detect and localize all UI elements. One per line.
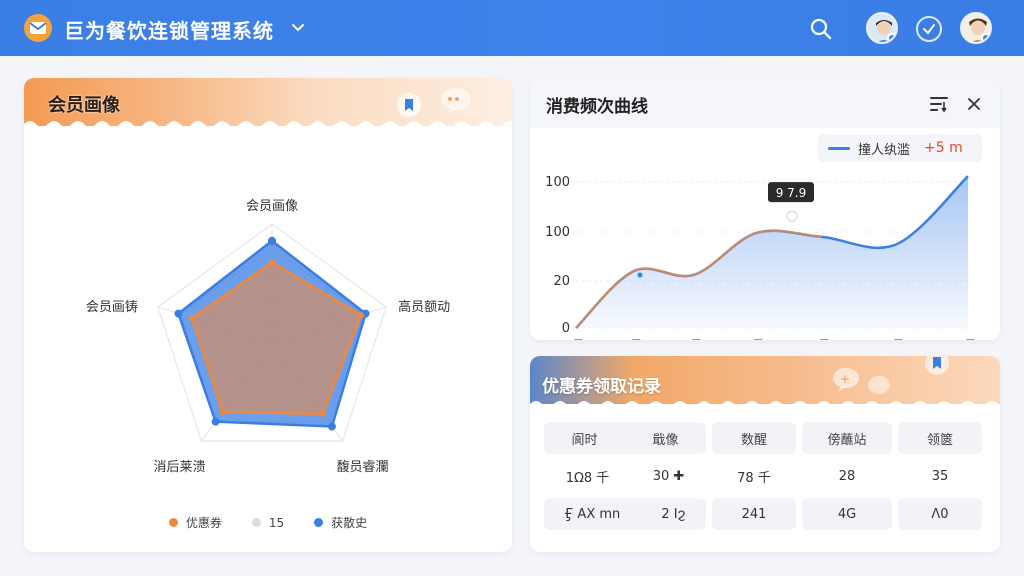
- consumption-frequency-card: 消费频次曲线 0 20 100 100 9 7.9 1月 2月 3月 4月 5月 7月 8月 撞人纨滥…: [530, 78, 1000, 340]
- radar-data-point[interactable]: [358, 312, 365, 319]
- radar-data-point[interactable]: [268, 236, 276, 245]
- table-cell: 2 Iϩ: [661, 506, 686, 522]
- table-cell: 35: [931, 468, 949, 484]
- legend-delta: +5 m: [924, 140, 963, 156]
- x-tick-label: 2月: [621, 339, 642, 340]
- table-cell: Ӻ AX mn: [564, 506, 621, 522]
- data-point-marker[interactable]: [637, 272, 643, 278]
- chevron-down-icon[interactable]: [290, 20, 306, 36]
- table-cell: 30 ✚: [652, 468, 685, 484]
- radar-axis-label: 高员额动: [398, 299, 450, 315]
- chat-bubble-icon: [441, 88, 471, 115]
- legend-label: 获散史: [331, 516, 368, 530]
- radar-data-point[interactable]: [174, 309, 183, 318]
- y-tick-label: 100: [545, 175, 570, 190]
- radar-axis-label: 馥员睿瀾: [337, 460, 389, 475]
- svg-text:+: +: [840, 372, 850, 386]
- online-status-dot: [887, 33, 896, 42]
- legend-label: 撞人纨滥: [858, 142, 911, 158]
- x-tick-label: 3月: [681, 339, 702, 340]
- tooltip-anchor-point[interactable]: [786, 210, 798, 222]
- radar-axis-label: 会员画像: [246, 199, 298, 214]
- app-title[interactable]: 巨为餐饮连锁管理系统: [64, 15, 274, 44]
- legend-item[interactable]: 获散史: [314, 514, 367, 531]
- filter-icon: [930, 97, 948, 113]
- bookmark-icon[interactable]: [924, 356, 950, 376]
- card-header: 消费频次曲线: [530, 78, 1000, 128]
- x-tick-label: 5月: [809, 339, 830, 340]
- table-cell[interactable]: 4G: [802, 498, 892, 530]
- column-header: 领篋: [898, 422, 982, 454]
- column-header: 数醒: [712, 422, 796, 454]
- user-avatar-primary[interactable]: [866, 12, 898, 44]
- online-status-dot: [981, 33, 990, 42]
- line-legend[interactable]: 撞人纨滥 +5 m: [818, 134, 982, 162]
- card-title: 消费频次曲线: [546, 97, 648, 117]
- x-tick-label: 7月: [883, 339, 904, 340]
- cell-group: Ӻ AX mn 2 Iϩ: [544, 498, 706, 530]
- radar-axis-label: 消后莱溃: [153, 460, 205, 475]
- chat-bubble-icon: [868, 376, 890, 394]
- radar-chart: 会员画像高员额动馥员睿瀾 消后莱溃 会员画铸: [86, 199, 450, 475]
- filter-button[interactable]: [928, 94, 952, 114]
- mail-envelope-icon: [29, 22, 47, 34]
- card-title: 优惠券领取记录: [542, 377, 661, 397]
- legend-item[interactable]: 15: [251, 514, 285, 531]
- legend-dot: [168, 518, 178, 527]
- radar-data-point[interactable]: [327, 422, 336, 431]
- user-avatar-secondary[interactable]: [960, 12, 992, 44]
- check-circle-button[interactable]: [916, 16, 942, 42]
- legend-label: 优惠券: [185, 516, 222, 530]
- radar-legend: 优惠券 15 获散史: [24, 514, 512, 531]
- y-tick-label: 20: [553, 274, 570, 289]
- tooltip-text: 9 7.9: [776, 186, 807, 200]
- card-header: 优惠券领取记录 +: [530, 356, 1000, 404]
- legend-dot: [314, 518, 324, 527]
- legend-item[interactable]: 优惠券: [168, 514, 222, 531]
- check-circle-icon: [923, 24, 935, 35]
- top-navbar: 巨为餐饮连锁管理系统: [0, 0, 1024, 56]
- legend-label: 15: [268, 515, 285, 530]
- coupon-records-card: 优惠券领取记录 + 阆时 戢像 数醒 傍蘸站 领篋 1Ω8 千 30 ✚ 78 …: [530, 356, 1000, 552]
- radar-data-point[interactable]: [189, 315, 196, 322]
- member-profile-card: 会员画像 会员画像高员额动馥员睿瀾 消后莱溃 会员画铸 优惠券 15 获散史: [24, 78, 512, 552]
- bookmark-icon[interactable]: [396, 92, 422, 118]
- column-header: 戢像: [652, 432, 679, 448]
- search-icon[interactable]: [808, 16, 834, 42]
- coupon-table: 阆时 戢像 数醒 傍蘸站 领篋 1Ω8 千 30 ✚ 78 千 28 35 Ӻ …: [544, 422, 986, 536]
- close-icon: [968, 98, 980, 110]
- radar-data-point[interactable]: [211, 417, 220, 426]
- table-header-row: 阆时 戢像 数醒 傍蘸站 领篋: [544, 422, 986, 454]
- table-row[interactable]: 1Ω8 千 30 ✚ 78 千 28 35: [544, 460, 986, 492]
- table-cell: 1Ω8 千: [565, 470, 610, 486]
- radar-data-point[interactable]: [319, 410, 326, 417]
- y-tick-label: 100: [545, 225, 570, 240]
- y-tick-label: 0: [562, 321, 570, 336]
- close-button[interactable]: [962, 94, 986, 114]
- x-tick-label: 1月: [563, 339, 584, 340]
- x-tick-label: 4月: [743, 339, 764, 340]
- radar-axis-label: 会员画铸: [86, 299, 138, 315]
- header-wave-divider: [530, 401, 1000, 410]
- column-header: 阆时: [571, 432, 598, 448]
- column-header: 傍蘸站: [802, 422, 892, 454]
- table-cell: 28: [838, 468, 856, 484]
- legend-dot: [251, 518, 261, 527]
- radar-data-point[interactable]: [219, 408, 226, 415]
- legend-swatch: [828, 146, 850, 150]
- cell-group: 1Ω8 千 30 ✚: [544, 460, 706, 492]
- table-row[interactable]: Ӻ AX mn 2 Iϩ 241 4G Λ0: [544, 498, 986, 530]
- card-title: 会员画像: [48, 95, 120, 116]
- chat-bubble-icon: +: [833, 368, 859, 392]
- x-tick-label: 8月: [955, 339, 976, 340]
- header-cell-group: 阆时 戢像: [544, 422, 706, 454]
- radar-data-point[interactable]: [269, 259, 275, 266]
- table-cell: 78 千: [737, 470, 771, 486]
- table-cell[interactable]: Λ0: [898, 498, 982, 530]
- app-logo[interactable]: [24, 14, 52, 42]
- table-cell[interactable]: 241: [712, 498, 796, 530]
